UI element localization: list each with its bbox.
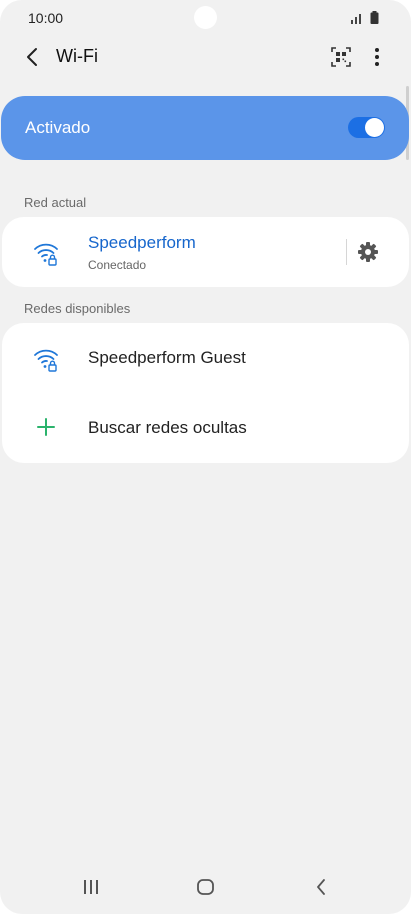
- current-network-card: Speedperform Conectado: [2, 217, 409, 287]
- app-bar: Wi-Fi: [0, 36, 411, 80]
- signal-icon: [351, 14, 361, 24]
- current-network-status: Conectado: [88, 258, 147, 272]
- phone-screen: 10:00 Wi-Fi Activado Red actual Speedper…: [0, 0, 411, 914]
- status-icons: [350, 11, 379, 24]
- status-time: 10:00: [28, 10, 64, 26]
- battery-icon: [370, 11, 379, 24]
- more-icon[interactable]: [370, 46, 384, 68]
- available-networks-card: Speedperform Guest Buscar redes ocultas: [2, 323, 409, 463]
- recent-apps-icon[interactable]: [82, 878, 100, 896]
- wifi-lock-icon: [34, 243, 58, 266]
- add-hidden-network-label: Buscar redes ocultas: [88, 418, 247, 437]
- section-available-networks: Redes disponibles: [24, 301, 131, 316]
- divider: [346, 239, 347, 265]
- current-network-row[interactable]: Speedperform Conectado: [2, 217, 409, 287]
- status-bar: 10:00: [0, 0, 411, 36]
- add-hidden-network-row[interactable]: Buscar redes ocultas: [2, 393, 409, 463]
- page-title: Wi-Fi: [56, 46, 98, 66]
- home-icon[interactable]: [196, 878, 216, 896]
- section-current-network: Red actual: [24, 195, 87, 210]
- wifi-toggle-card[interactable]: Activado: [1, 96, 409, 160]
- switch-knob: [365, 118, 384, 137]
- gear-icon[interactable]: [357, 241, 379, 263]
- plus-icon: [37, 418, 55, 436]
- camera-cutout: [194, 6, 217, 29]
- current-network-name: Speedperform: [88, 233, 196, 252]
- back-icon[interactable]: [22, 46, 44, 68]
- wifi-toggle-label: Activado: [25, 118, 91, 137]
- available-network-name: Speedperform Guest: [88, 348, 246, 367]
- wifi-switch[interactable]: [348, 117, 385, 138]
- navigation-bar: [0, 870, 411, 910]
- nav-back-icon[interactable]: [314, 878, 328, 896]
- available-network-row[interactable]: Speedperform Guest: [2, 323, 409, 393]
- wifi-lock-icon: [34, 349, 58, 372]
- qr-scan-icon[interactable]: [330, 46, 352, 68]
